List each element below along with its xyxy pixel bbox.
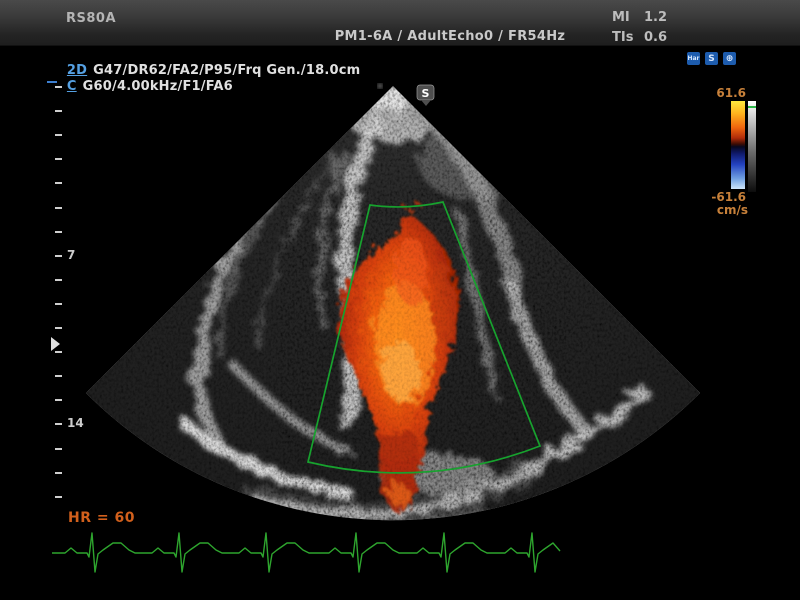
orientation-marker: S — [417, 85, 434, 106]
sector-fan — [86, 80, 702, 526]
svg-text:S: S — [422, 87, 430, 100]
heart-rate-readout: HR = 60 — [68, 510, 135, 526]
ecg-trace — [52, 533, 560, 572]
apex-marker — [378, 84, 382, 88]
ultrasound-screen: RS80A PM1-6A / AdultEcho0 / FR54Hz MI 1.… — [0, 0, 800, 600]
jet-speckle — [280, 190, 570, 526]
